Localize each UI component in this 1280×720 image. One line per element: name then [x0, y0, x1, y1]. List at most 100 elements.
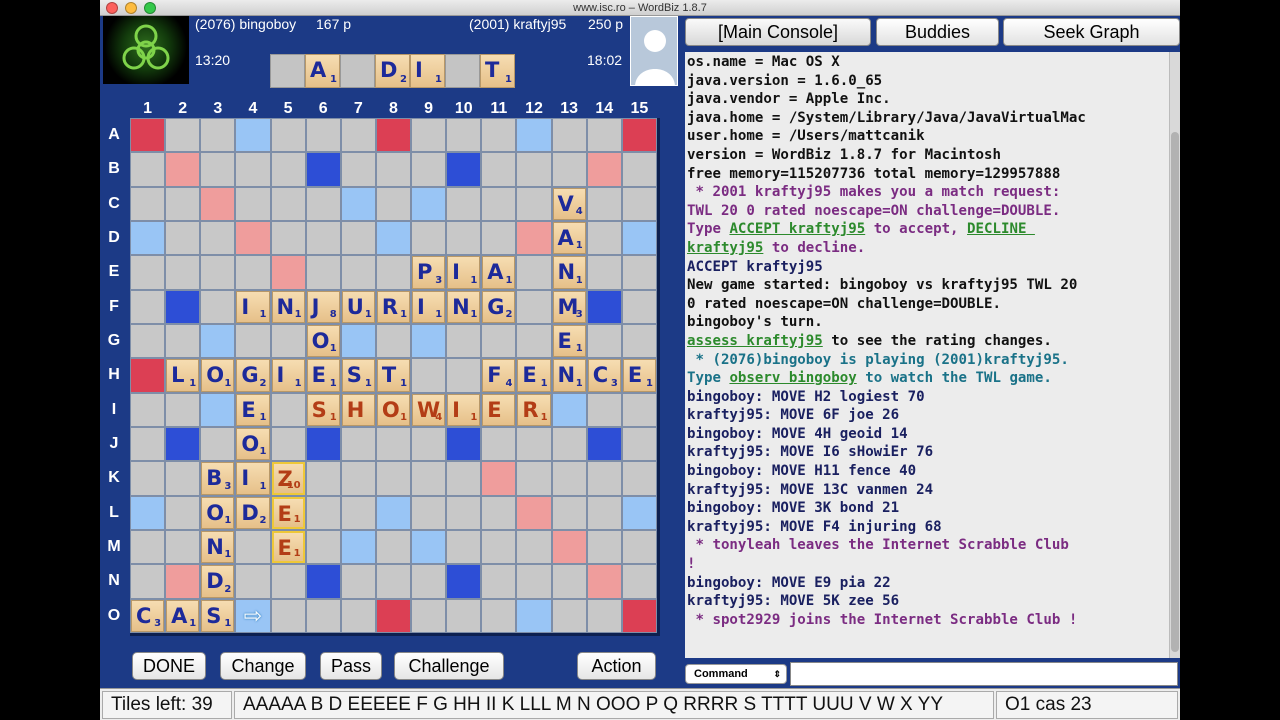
command-link[interactable]: DECLINE [967, 221, 1035, 237]
board-square[interactable] [130, 220, 166, 256]
board-square[interactable] [621, 152, 657, 187]
board-square[interactable] [340, 426, 376, 462]
board-square[interactable] [516, 220, 552, 256]
board-square[interactable] [621, 289, 657, 324]
board-square[interactable] [200, 426, 236, 462]
board-square[interactable] [165, 255, 201, 290]
board-square[interactable] [305, 118, 341, 153]
board-square[interactable] [130, 529, 166, 565]
board-square[interactable] [200, 186, 236, 221]
board-square[interactable] [270, 186, 306, 221]
board-square[interactable] [375, 255, 412, 290]
board-square[interactable] [130, 323, 166, 359]
board-square[interactable] [165, 392, 201, 427]
board-square[interactable] [130, 118, 166, 153]
board-square[interactable] [411, 186, 447, 221]
board-square[interactable] [446, 495, 482, 530]
board-square[interactable] [340, 220, 376, 256]
board-square[interactable] [235, 186, 271, 221]
board-square[interactable] [446, 220, 482, 256]
board-square[interactable] [481, 118, 517, 153]
board-square[interactable] [586, 255, 622, 290]
board-square[interactable] [270, 598, 306, 633]
board-square[interactable] [621, 426, 657, 462]
rack-tile[interactable]: I1 [410, 54, 445, 88]
board-square[interactable] [516, 289, 552, 324]
board-square[interactable] [586, 564, 622, 599]
command-link[interactable]: assess kraftyj95 [687, 333, 823, 349]
board-square[interactable] [621, 255, 657, 290]
board-square[interactable] [411, 461, 447, 496]
board-square[interactable] [481, 186, 517, 221]
board-square[interactable] [621, 529, 657, 565]
board-square[interactable] [270, 323, 306, 359]
rack-tile[interactable]: T1 [480, 54, 515, 88]
board-square[interactable] [375, 529, 412, 565]
board-square[interactable] [165, 529, 201, 565]
board-square[interactable] [621, 186, 657, 221]
board-square[interactable] [165, 495, 201, 530]
board-square[interactable] [621, 118, 657, 153]
board-square[interactable] [270, 118, 306, 153]
cursor-arrow-icon[interactable]: ⇨ [235, 603, 270, 637]
done-button[interactable]: DONE [132, 652, 206, 680]
board-square[interactable] [621, 392, 657, 427]
board-square[interactable] [621, 564, 657, 599]
board-square[interactable] [305, 598, 341, 633]
board-square[interactable] [340, 186, 376, 221]
board-square[interactable] [305, 186, 341, 221]
board-square[interactable] [586, 426, 622, 462]
tab-main-console[interactable]: [Main Console] [685, 18, 871, 46]
board-square[interactable] [481, 564, 517, 599]
board-square[interactable] [340, 118, 376, 153]
board-square[interactable] [586, 461, 622, 496]
board-square[interactable] [270, 392, 306, 427]
board-square[interactable] [551, 598, 587, 633]
board-square[interactable] [375, 461, 412, 496]
board-square[interactable] [586, 186, 622, 221]
command-input[interactable] [790, 662, 1178, 686]
board-square[interactable] [586, 118, 622, 153]
board-square[interactable] [551, 564, 587, 599]
board-square[interactable] [551, 461, 587, 496]
board-square[interactable] [375, 495, 412, 530]
command-link[interactable]: ACCEPT kraftyj95 [729, 221, 865, 237]
board-square[interactable] [551, 118, 587, 153]
challenge-button[interactable]: Challenge [394, 652, 504, 680]
board-square[interactable] [200, 289, 236, 324]
board-square[interactable] [446, 564, 482, 599]
board-square[interactable] [375, 152, 412, 187]
board-square[interactable] [340, 495, 376, 530]
board-square[interactable] [551, 529, 587, 565]
board-square[interactable] [411, 529, 447, 565]
board-square[interactable] [481, 220, 517, 256]
board-square[interactable] [340, 598, 376, 633]
board-square[interactable] [481, 495, 517, 530]
board-square[interactable] [586, 323, 622, 359]
board-square[interactable] [481, 529, 517, 565]
board-square[interactable] [411, 323, 447, 359]
board-square[interactable] [516, 152, 552, 187]
board-square[interactable] [375, 118, 412, 153]
board-square[interactable] [305, 461, 341, 496]
board-square[interactable] [446, 186, 482, 221]
board-square[interactable] [446, 426, 482, 462]
board-square[interactable] [481, 461, 517, 496]
board-square[interactable] [551, 426, 587, 462]
board-square[interactable] [340, 529, 376, 565]
board-square[interactable] [551, 495, 587, 530]
board-square[interactable] [165, 152, 201, 187]
board-square[interactable] [235, 529, 271, 565]
board-square[interactable] [130, 358, 166, 393]
board-square[interactable] [270, 220, 306, 256]
board-square[interactable] [481, 598, 517, 633]
board-square[interactable] [411, 220, 447, 256]
board-square[interactable] [270, 152, 306, 187]
board-square[interactable] [305, 564, 341, 599]
rack-empty-slot[interactable] [445, 54, 480, 88]
board-square[interactable] [165, 323, 201, 359]
board-square[interactable] [130, 289, 166, 324]
board-square[interactable] [305, 152, 341, 187]
board-square[interactable] [516, 564, 552, 599]
board-square[interactable] [516, 461, 552, 496]
